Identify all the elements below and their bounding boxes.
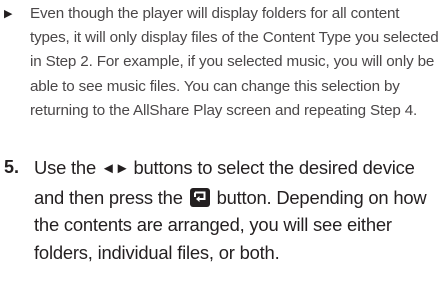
- triangle-bullet-icon: ▶: [4, 8, 13, 20]
- step-text-part1: Use the: [34, 157, 101, 178]
- left-right-arrows-icon: ◄►: [100, 160, 130, 177]
- enter-button-icon: [189, 187, 210, 207]
- step-number: 5.: [4, 157, 20, 177]
- step-instruction: Use the ◄► buttons to select the desired…: [34, 154, 440, 266]
- note-bullet: ▶ Even though the player will display fo…: [4, 2, 440, 123]
- step-5: 5. Use the ◄► buttons to select the desi…: [4, 154, 440, 266]
- manual-page: ▶ Even though the player will display fo…: [0, 0, 446, 295]
- note-text: Even though the player will display fold…: [30, 5, 439, 119]
